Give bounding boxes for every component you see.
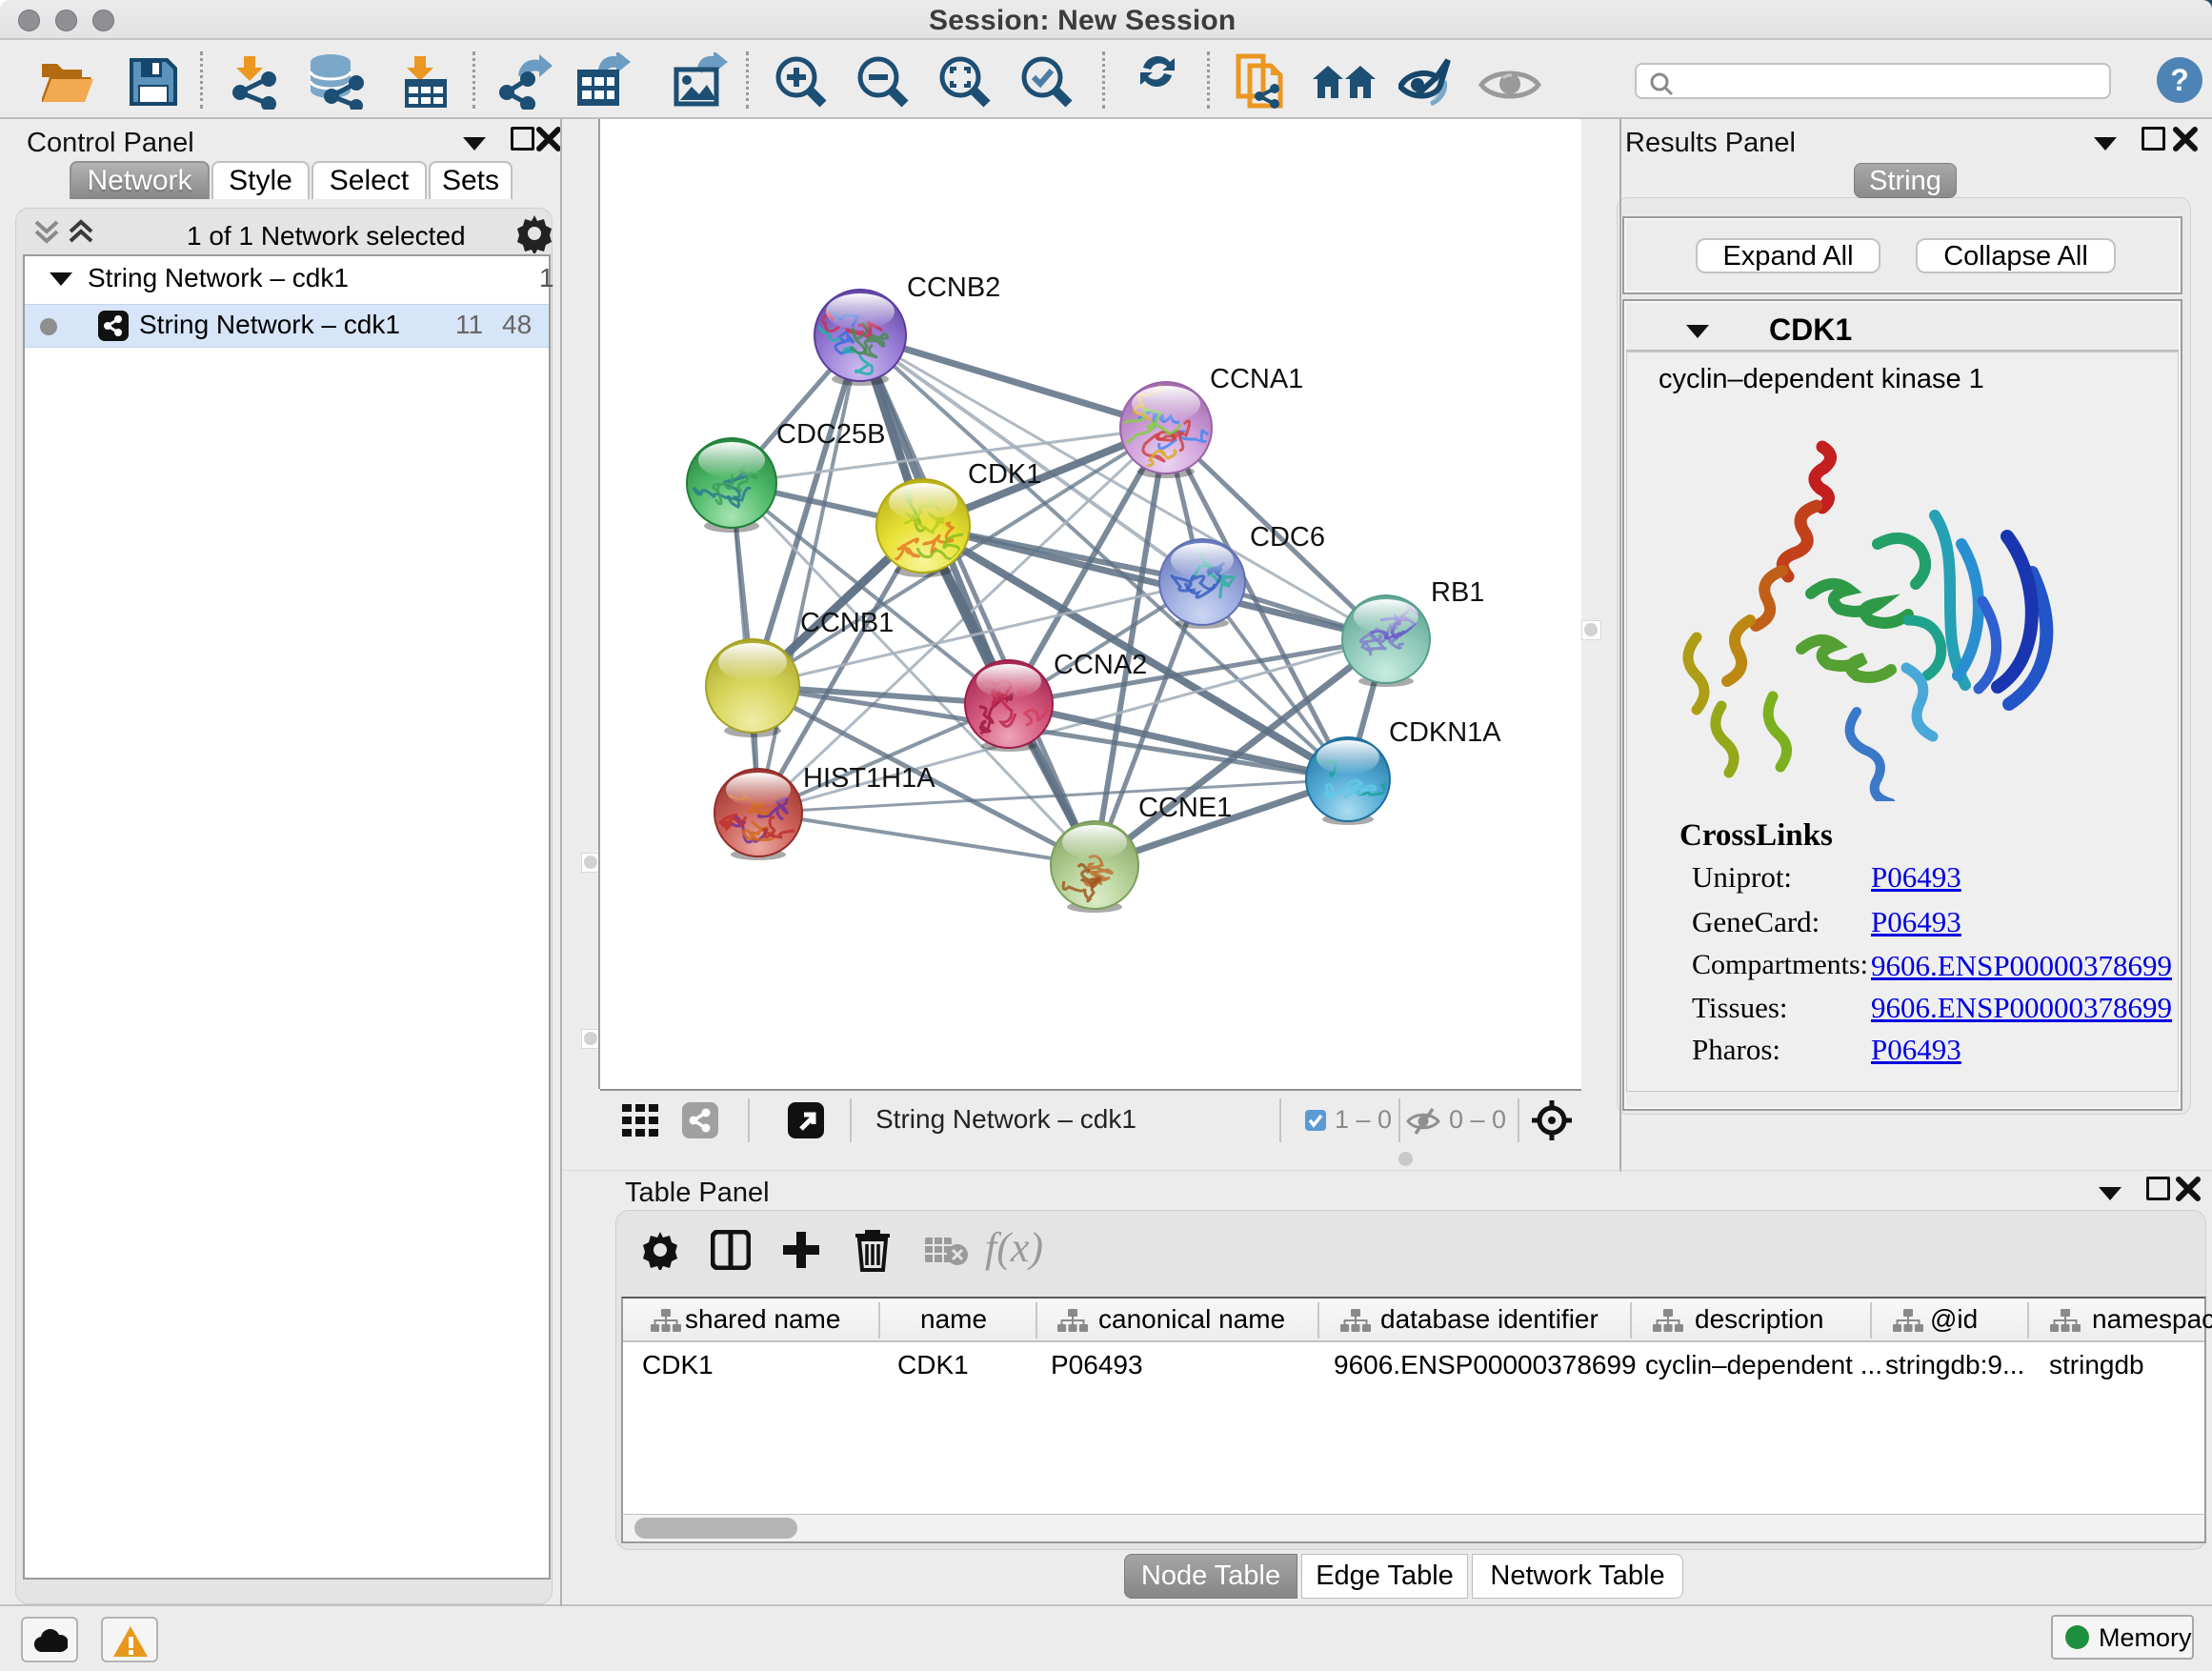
svg-text:?: ? [2170, 63, 2189, 97]
svg-text:CCNB2: CCNB2 [907, 272, 1000, 303]
svg-text:CDK1: CDK1 [968, 459, 1041, 490]
svg-text:CCNE1: CCNE1 [1138, 793, 1232, 823]
svg-text:RB1: RB1 [1431, 577, 1484, 608]
svg-text:CCNA1: CCNA1 [1210, 364, 1303, 394]
svg-text:CDC6: CDC6 [1250, 522, 1325, 553]
svg-text:CDKN1A: CDKN1A [1389, 717, 1501, 748]
svg-text:HIST1H1A: HIST1H1A [803, 763, 935, 794]
svg-text:CDC25B: CDC25B [776, 419, 885, 450]
svg-text:CCNA2: CCNA2 [1054, 650, 1147, 680]
svg-text:CCNB1: CCNB1 [800, 608, 894, 638]
